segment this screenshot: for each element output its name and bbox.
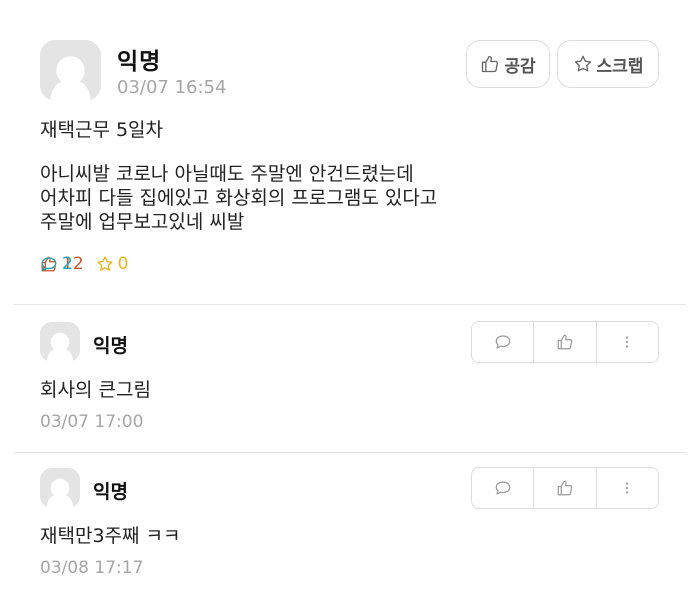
thumbs-up-icon [482,55,499,73]
thumbs-up-icon [557,480,573,496]
post-time: 03/07 16:54 [117,77,227,98]
vertical-dots-icon [626,336,629,348]
comment-item: 익명 회사의 큰그림 03/07 17:00 [0,304,700,452]
reply-button[interactable] [472,468,535,508]
comment-author: 익명 [93,335,128,357]
post-author: 익명 [117,49,162,75]
post-body-line: 아니씨발 코로나 아닐때도 주말엔 안건드렸는데 [40,163,414,185]
comment-count-value: 2 [62,254,73,274]
default-avatar-icon [40,322,80,362]
like-button[interactable]: 공감 [466,40,550,88]
comment-like-button[interactable] [534,322,597,362]
post: 익명 03/07 16:54 공감 스크랩 재택근무 5일차 아니씨발 코로나 … [0,0,700,304]
speech-bubble-icon [495,481,511,495]
thumbs-up-icon [557,334,573,350]
comment-action-bar [471,321,659,363]
comment-time: 03/07 17:00 [40,412,144,432]
speech-bubble-icon [41,257,57,271]
speech-bubble-icon [495,335,511,349]
star-icon [574,55,591,72]
post-title: 재택근무 5일차 [40,119,164,141]
vertical-dots-icon [626,482,629,494]
like-button-label: 공감 [504,56,536,77]
scrap-button[interactable]: 스크랩 [557,40,659,88]
comment-action-bar [471,467,659,509]
more-options-button[interactable] [597,322,658,362]
reply-button[interactable] [472,322,535,362]
avatar [40,40,101,101]
more-options-button[interactable] [597,468,658,508]
comment-text: 회사의 큰그림 [40,379,151,401]
comment-author: 익명 [93,481,128,503]
avatar [40,322,80,362]
default-avatar-icon [40,468,80,508]
post-stats: 12 2 0 [40,254,140,274]
comment-text: 재택만3주째 ㅋㅋ [40,525,181,547]
comment-time: 03/08 17:17 [40,558,144,578]
avatar [40,468,80,508]
default-avatar-icon [40,40,101,101]
scrap-button-label: 스크랩 [596,56,644,77]
comment-like-button[interactable] [534,468,597,508]
comment-item: 익명 재택만3주째 ㅋㅋ 03/08 17:17 [0,450,700,598]
